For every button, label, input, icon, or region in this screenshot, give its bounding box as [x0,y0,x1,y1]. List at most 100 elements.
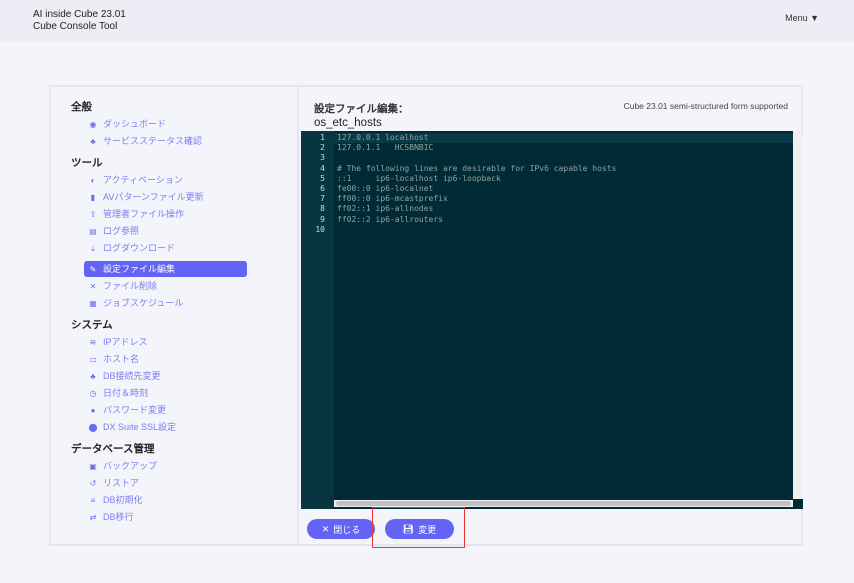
line-number-gutter: 1 2 3 4 5 6 7 8 9 10 [301,131,334,509]
sidebar-item[interactable]: ♣ DB接続先変更 [87,368,161,384]
file-text-icon: ▤ [89,227,97,236]
close-icon: ✕ [89,282,97,291]
user-icon: ● [90,406,96,415]
app-title: AI inside Cube 23.01 Cube Console Tool [33,9,126,33]
app-subtitle: Cube Console Tool [33,21,118,32]
sidebar-item[interactable]: ≋ IPアドレス [87,334,148,350]
sidebar-item-label: リストア [103,478,140,488]
sidebar-item-label: ログダウンロード [103,243,176,253]
sidebar-heading: ツール [71,157,103,169]
vertical-scrollbar[interactable] [793,131,803,499]
dashboard-icon: ◉ [89,120,97,129]
rss-icon: ≋ [89,338,97,347]
sidebar-item[interactable]: ▣ バックアップ [87,458,157,474]
calendar-icon: ▦ [89,299,97,308]
horizontal-scrollbar[interactable] [334,500,793,507]
highlight-box [372,507,465,548]
line-number: 3 [320,153,325,163]
sidebar-item[interactable]: ↺ リストア [87,475,139,491]
sidebar-item[interactable]: ◉ ダッシュボード [87,116,167,132]
close-label: 閉じる [333,524,361,535]
line-number: 4 [320,163,325,173]
clock-icon: ◷ [89,389,97,398]
sidebar-item[interactable]: ◐ アクティベーション [87,172,183,188]
sidebar-item-label: 管理者ファイル操作 [103,209,185,219]
sidebar-item[interactable]: ▭ ホスト名 [87,351,139,367]
download-icon: ⤓ [91,244,95,253]
close-button[interactable]: ✕ 閉じる [307,519,375,539]
monitor-icon: ▭ [89,355,97,364]
save-icon: ▣ [89,462,97,471]
code-line: ff02::1 ip6-allnodes [337,204,434,214]
sidebar-item[interactable]: ◷ 日付＆時刻 [87,385,149,401]
code-line: ff02::2 ip6-allrouters [337,214,443,224]
sidebar-item[interactable]: ≡ DB初期化 [87,492,143,508]
sidebar-item-label: DX Suite SSL設定 [103,422,177,432]
file-name: os_etc_hosts [314,117,382,129]
line-number: 6 [320,184,325,194]
sidebar-heading: システム [71,319,113,331]
sidebar-item[interactable]: ✕ ファイル削除 [87,278,157,294]
content-card: 全般 ◉ ダッシュボード ♣ サービスステータス確認ツール ◐ アクティベーション ▮ AVパタ… [49,85,803,546]
undo-icon: ↺ [89,479,97,488]
sidebar-item[interactable]: ⇪ 管理者ファイル操作 [87,206,184,222]
scrollbar-thumb[interactable] [336,501,791,506]
shield-icon: ◐ [90,176,96,185]
menu-button[interactable]: Menu ▼ [785,13,819,23]
cubes-icon: ♣ [90,137,96,146]
code-line: ::1 ip6-localhost ip6-loopback [337,173,501,183]
sidebar-item-label: DB接続先変更 [103,371,161,381]
sidebar-item-label: IPアドレス [103,337,148,347]
line-number: 8 [320,204,325,214]
line-number: 10 [315,224,325,234]
line-number: 7 [320,194,325,204]
line-number: 2 [320,143,325,153]
sidebar-item-label: ファイル削除 [103,281,158,291]
code-editor[interactable]: 1 2 3 4 5 6 7 8 9 10 127.0.0.1 localhost 127.0.1.1… [301,131,803,509]
code-line: ​ [337,153,616,163]
sidebar-item-label: ログ参照 [103,226,140,236]
sidebar-item-label: ダッシュボード [103,119,167,129]
sidebar-item-label: AVパターンファイル更新 [103,192,204,202]
sidebar-item-label: DB移行 [103,512,134,522]
app-title-text: AI inside Cube 23.01 [33,9,126,20]
sidebar-item[interactable]: ● パスワード変更 [87,402,166,418]
sidebar-item[interactable]: ⇄ DB移行 [87,509,134,525]
sidebar-item[interactable]: ✎ 設定ファイル編集 [84,261,247,277]
page-title: 設定ファイル編集： [314,103,409,115]
sidebar-item[interactable]: ▤ ログ参照 [87,223,139,239]
code-line: ​ [337,225,616,235]
sidebar-item[interactable]: ▦ ジョブスケジュール [87,295,183,311]
sidebar-item[interactable]: ⤓ ログダウンロード [87,240,175,256]
sidebar-heading: 全般 [71,101,92,113]
sidebar-item[interactable]: ▮ AVパターンファイル更新 [87,189,204,205]
line-number: 5 [320,173,325,183]
close-icon: ✕ [321,523,330,534]
support-note: Cube 23.01 semi-structured form supporte… [623,101,788,111]
code-line: 127.0.1.1 HCSBNBIC [337,143,434,153]
code-line: # The following lines are desirable for … [337,163,617,173]
sidebar-item-label: ジョブスケジュール [103,298,184,308]
exchange-icon: ⇄ [89,513,97,522]
sidebar-item-label: ホスト名 [103,354,140,364]
sidebar: 全般 ◉ ダッシュボード ♣ サービスステータス確認ツール ◐ アクティベーション ▮ AVパタ… [51,87,299,544]
code-line: ff00::0 ip6-mcastprefix [337,194,448,204]
code-line: 127.0.0.1 localhost [337,133,429,142]
sidebar-item-label: アクティベーション [103,175,183,185]
code-content[interactable]: 127.0.0.1 localhost127.0.1.1 HCSBNBIC​# … [337,133,616,235]
sidebar-item[interactable]: ♣ サービスステータス確認 [87,133,202,149]
sidebar-item[interactable]: ⬤ DX Suite SSL設定 [87,419,177,435]
edit-icon: ✎ [89,265,97,274]
sidebar-item-label: バックアップ [103,461,158,471]
code-line: fe00::0 ip6-localnet [337,184,434,194]
editor-panel: 設定ファイル編集： os_etc_hosts Cube 23.01 semi-s… [301,87,803,544]
file-icon: ▮ [90,193,96,202]
top-header: AI inside Cube 23.01 Cube Console Tool Me… [0,0,854,39]
sidebar-item-label: パスワード変更 [103,405,167,415]
circle-icon: ⬤ [88,423,98,432]
line-number: 1 [320,133,325,142]
cubes-icon: ♣ [90,372,96,381]
line-number: 9 [320,214,325,224]
sidebar-item-label: 日付＆時刻 [103,388,149,398]
sidebar-item-label: サービスステータス確認 [103,136,203,146]
